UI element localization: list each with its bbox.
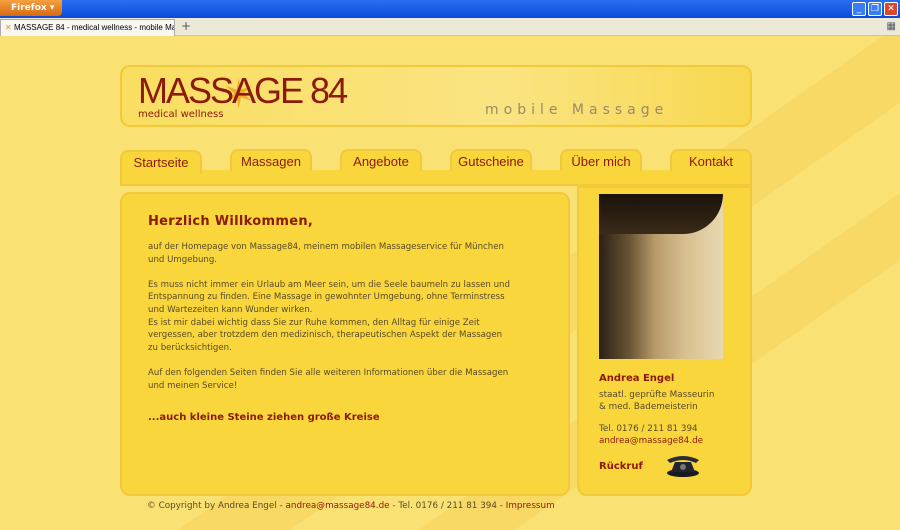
slogan: mobile Massage: [485, 102, 669, 118]
main-content: Herzlich Willkommen, auf der Homepage vo…: [120, 192, 570, 496]
logo-subtitle: medical wellness: [138, 109, 224, 120]
text-line: Es muss nicht immer ein Urlaub am Meer s…: [148, 279, 510, 290]
tab-startseite[interactable]: Startseite: [120, 150, 202, 174]
tab-angebote[interactable]: Angebote: [340, 149, 422, 171]
intro-paragraph: auf der Homepage von Massage84, meinem m…: [148, 241, 542, 266]
text-line: und Umgebung.: [148, 254, 218, 265]
text-line: Auf den folgenden Seiten finden Sie alle…: [148, 367, 509, 378]
browser-tab[interactable]: ✕ MASSAGE 84 - medical wellness - mobile…: [0, 19, 175, 36]
tab-list-icon[interactable]: ▦: [887, 21, 896, 32]
text-line: Es ist mir dabei wichtig dass Sie zur Ru…: [148, 317, 480, 328]
footer-tel: - Tel. 0176 / 211 81 394 -: [389, 501, 506, 511]
copyright-text: © Copyright by Andrea Engel -: [147, 501, 286, 511]
close-button[interactable]: ✕: [884, 2, 898, 16]
callback-link[interactable]: Rückruf: [599, 461, 643, 472]
browser-tabbar: ✕ MASSAGE 84 - medical wellness - mobile…: [0, 18, 900, 36]
sidebar-title-2: & med. Bademeisterin: [599, 402, 698, 412]
favicon-icon: ✕: [5, 23, 12, 32]
welcome-heading: Herzlich Willkommen,: [148, 214, 314, 229]
tab-gutscheine[interactable]: Gutscheine: [450, 149, 532, 171]
motto: ...auch kleine Steine ziehen große Kreis…: [148, 412, 380, 424]
site-header: ✶ MASSAGE 84 medical wellness mobile Mas…: [120, 65, 752, 127]
text-line: auf der Homepage von Massage84, meinem m…: [148, 242, 504, 252]
portrait-photo: [599, 194, 723, 359]
text-line: zu berücksichtigen.: [148, 342, 232, 353]
tab-title: MASSAGE 84 - medical wellness - mobile M…: [13, 23, 175, 32]
text-line: und meinen Service!: [148, 380, 238, 391]
sidebar-email-link[interactable]: andrea@massage84.de: [599, 435, 703, 447]
footer-email-link[interactable]: andrea@massage84.de: [286, 501, 390, 511]
minimize-button[interactable]: _: [852, 2, 866, 16]
menu-label: Firefox: [11, 3, 47, 13]
telephone-icon[interactable]: [663, 454, 703, 478]
sidebar-name: Andrea Engel: [599, 373, 675, 384]
restore-button[interactable]: ❐: [868, 2, 882, 16]
sidebar: Andrea Engel staatl. geprüfte Masseurin …: [577, 186, 752, 496]
outro-paragraph: Auf den folgenden Seiten finden Sie alle…: [148, 367, 542, 392]
nav-strip: [120, 170, 752, 186]
sidebar-tel: Tel. 0176 / 211 81 394: [599, 424, 698, 434]
tab-massagen[interactable]: Massagen: [230, 149, 312, 171]
impressum-link[interactable]: Impressum: [506, 501, 555, 511]
firefox-menu-button[interactable]: Firefox ▾: [0, 0, 62, 16]
footer: © Copyright by Andrea Engel - andrea@mas…: [147, 501, 555, 511]
tab-ueber-mich[interactable]: Über mich: [560, 149, 642, 171]
photo-hair: [599, 194, 723, 234]
web-page: ✶ MASSAGE 84 medical wellness mobile Mas…: [0, 36, 900, 530]
browser-titlebar: Firefox ▾ _ ❐ ✕: [0, 0, 900, 18]
logo[interactable]: MASSAGE 84: [138, 71, 348, 111]
text-line: Entspannung zu finden. Eine Massage in g…: [148, 292, 505, 303]
text-line: und Wartezeiten kann Wunder wirken.: [148, 304, 313, 315]
sidebar-title-1: staatl. geprüfte Masseurin: [599, 390, 715, 400]
tab-kontakt[interactable]: Kontakt: [670, 149, 752, 171]
body-paragraph: Es muss nicht immer ein Urlaub am Meer s…: [148, 279, 542, 355]
new-tab-button[interactable]: +: [178, 20, 194, 34]
text-line: vergessen, aber trotzdem den medizinisch…: [148, 330, 503, 341]
